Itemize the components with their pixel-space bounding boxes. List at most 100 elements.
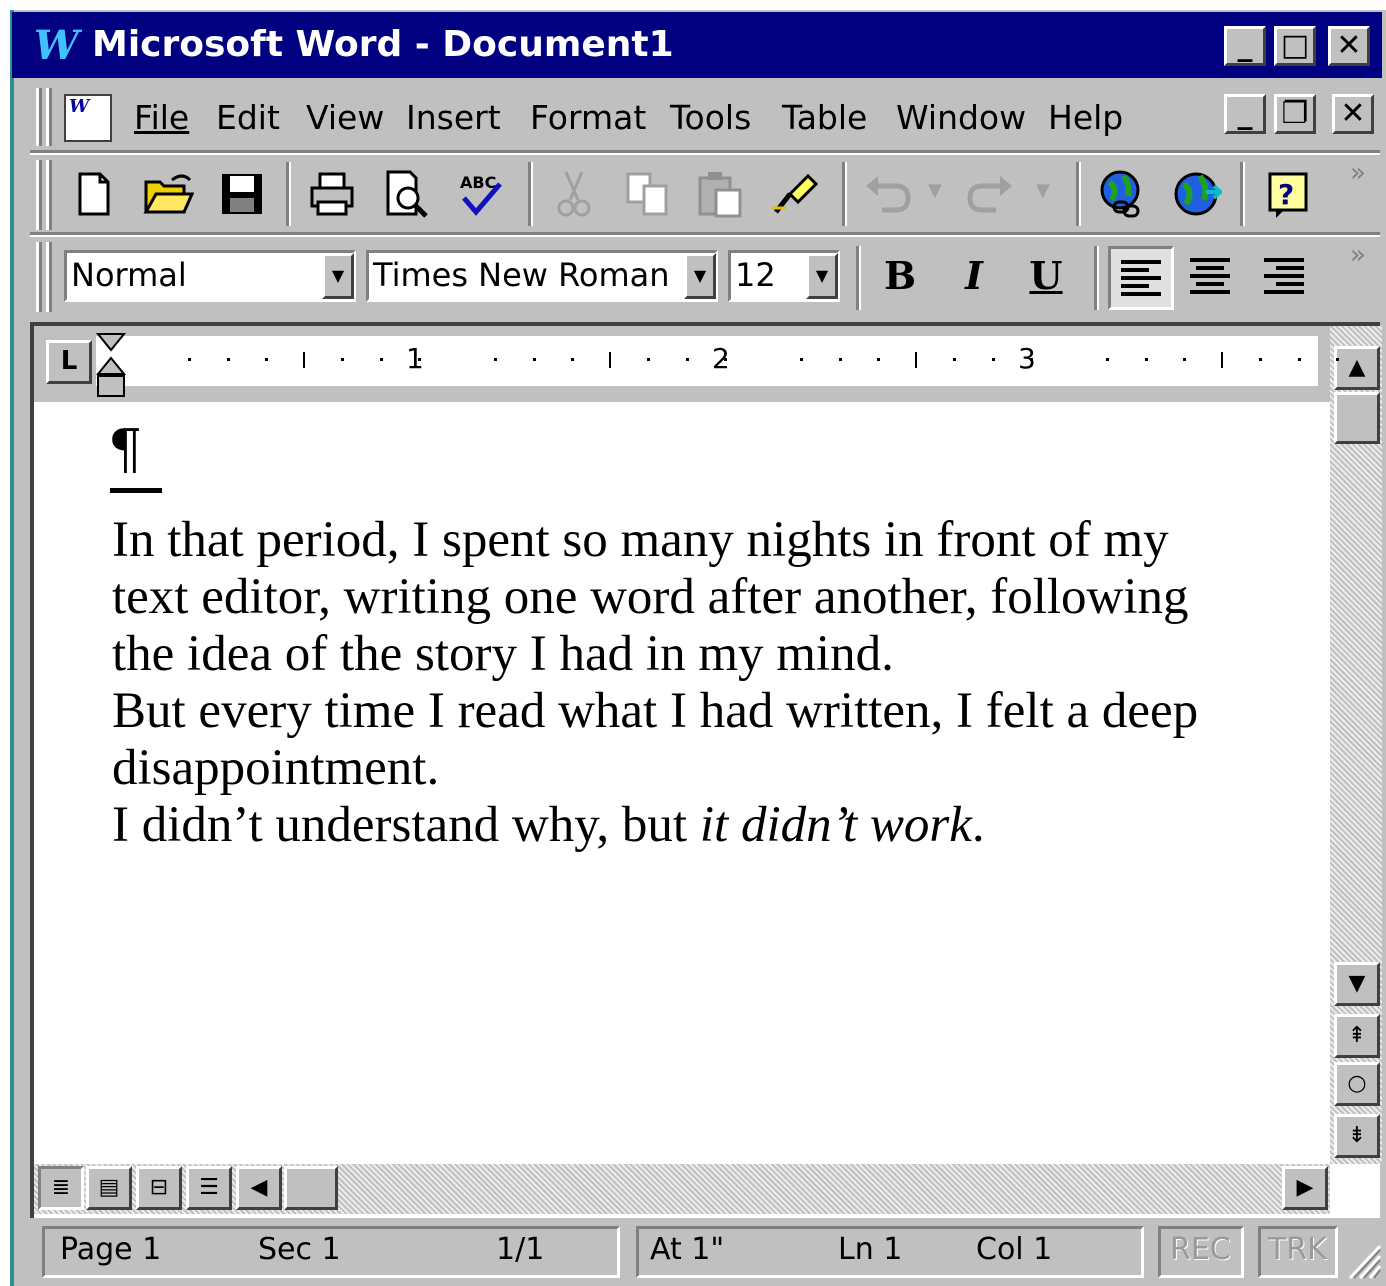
cut-icon[interactable] — [546, 166, 602, 222]
formatting-toolbar-more-icon[interactable]: » — [1350, 240, 1366, 270]
scroll-left-button[interactable]: ◀ — [236, 1166, 282, 1210]
document-text[interactable]: In that period, I spent so many nights i… — [112, 512, 1198, 854]
menu-file[interactable]: File — [134, 98, 189, 137]
bold-button[interactable]: B — [870, 246, 930, 306]
status-page-of: 1/1 — [496, 1232, 545, 1267]
toolbar-separator — [1094, 246, 1099, 310]
copy-icon[interactable] — [620, 166, 676, 222]
redo-dropdown-icon[interactable]: ▼ — [1036, 180, 1050, 201]
style-dropdown-button[interactable]: ▼ — [322, 253, 354, 299]
toolbar-separator — [286, 162, 291, 226]
menu-tools-label: Tools — [670, 98, 752, 137]
print-layout-view-button[interactable]: ⊟ — [136, 1166, 182, 1210]
outline-view-button[interactable]: ☰ — [186, 1166, 232, 1210]
normal-view-button[interactable]: ≣ — [38, 1166, 84, 1210]
status-at: At 1" — [650, 1232, 725, 1267]
menubar-divider — [30, 150, 1380, 155]
menu-help-label: Help — [1048, 98, 1124, 137]
font-combo[interactable]: Times New Roman — [366, 250, 718, 302]
style-combo[interactable]: Normal — [64, 250, 356, 302]
doc-restore-button[interactable]: ❐ — [1274, 94, 1316, 134]
word-app-icon: W — [34, 22, 79, 69]
ruler-dot — [877, 358, 880, 361]
new-document-icon[interactable] — [66, 166, 122, 222]
toolbar-separator — [1076, 162, 1081, 226]
scroll-right-button[interactable]: ▶ — [1282, 1166, 1328, 1210]
menubar-grip-2[interactable] — [46, 88, 52, 146]
font-dropdown-button[interactable]: ▼ — [684, 253, 716, 299]
paste-icon[interactable] — [692, 166, 748, 222]
doc-minimize-button[interactable]: _ — [1224, 94, 1266, 134]
horizontal-scroll-thumb[interactable] — [284, 1166, 338, 1210]
standard-toolbar-more-icon[interactable]: » — [1350, 158, 1366, 188]
toolbar-separator — [1240, 162, 1245, 226]
font-value: Times New Roman — [373, 256, 670, 294]
menu-table[interactable]: Table — [782, 98, 867, 137]
align-right-button[interactable] — [1256, 248, 1312, 304]
align-center-button[interactable] — [1182, 248, 1238, 304]
resize-grip-icon[interactable] — [1344, 1240, 1382, 1280]
document-line-last: I didn’t understand why, but it didn’t w… — [112, 797, 1198, 854]
web-layout-view-button[interactable]: ▤ — [86, 1166, 132, 1210]
menu-format[interactable]: Format — [530, 98, 646, 137]
minimize-button[interactable]: _ — [1224, 26, 1266, 66]
web-toolbar-icon[interactable] — [1168, 166, 1224, 222]
doc-close-button[interactable]: ✕ — [1332, 94, 1374, 134]
help-icon[interactable]: ? — [1260, 166, 1316, 222]
open-folder-icon[interactable] — [140, 166, 196, 222]
menu-help[interactable]: Help — [1048, 98, 1123, 137]
save-icon[interactable] — [214, 166, 270, 222]
select-browse-object-button[interactable]: ○ — [1334, 1062, 1380, 1106]
formatting-toolbar-grip-2[interactable] — [46, 242, 52, 312]
menu-view-label: View — [306, 98, 385, 137]
font-size-dropdown-button[interactable]: ▼ — [806, 253, 838, 299]
align-left-button[interactable] — [1108, 246, 1174, 310]
print-icon[interactable] — [304, 166, 360, 222]
end-of-document-marker — [110, 488, 162, 493]
menu-window[interactable]: Window — [896, 98, 1026, 137]
undo-dropdown-icon[interactable]: ▼ — [928, 180, 942, 201]
align-left-icon — [1121, 260, 1161, 296]
menu-table-label: Table — [782, 98, 868, 137]
maximize-button[interactable]: □ — [1274, 26, 1316, 66]
ruler-dot — [265, 358, 268, 361]
status-page: Page 1 — [60, 1232, 162, 1267]
formatting-toolbar-grip[interactable] — [36, 242, 42, 312]
italic-button[interactable]: I — [944, 246, 1004, 306]
menu-window-label: Window — [896, 98, 1027, 137]
menubar-grip[interactable] — [36, 88, 42, 146]
previous-page-button[interactable]: ⇞ — [1334, 1014, 1380, 1058]
menu-edit[interactable]: Edit — [216, 98, 280, 137]
status-rec: REC — [1170, 1232, 1231, 1267]
print-preview-icon[interactable] — [378, 166, 434, 222]
underline-button[interactable]: U — [1016, 246, 1076, 306]
format-painter-icon[interactable] — [766, 166, 822, 222]
ruler-dot — [227, 358, 230, 361]
standard-toolbar-grip[interactable] — [36, 160, 42, 230]
menu-insert[interactable]: Insert — [406, 98, 501, 137]
ruler-dot — [533, 358, 536, 361]
title-bar[interactable]: W Microsoft Word - Document1 _ □ ✕ — [12, 12, 1382, 78]
document-line: text editor, writing one word after anot… — [112, 569, 1189, 625]
standard-toolbar-grip-2[interactable] — [46, 160, 52, 230]
menu-tools[interactable]: Tools — [670, 98, 751, 137]
tab-selector-button[interactable]: L — [46, 340, 92, 384]
svg-text:ABC: ABC — [460, 173, 496, 192]
indent-markers-icon[interactable] — [96, 332, 128, 400]
next-page-button[interactable]: ⇟ — [1334, 1114, 1380, 1158]
vertical-scroll-thumb[interactable] — [1334, 392, 1380, 444]
close-button[interactable]: ✕ — [1328, 26, 1370, 66]
ruler-dot — [686, 358, 689, 361]
ruler-strip[interactable] — [96, 336, 1318, 386]
undo-icon[interactable] — [860, 166, 916, 222]
document-line: But every time I read what I had written… — [112, 683, 1199, 739]
insert-hyperlink-icon[interactable] — [1094, 166, 1150, 222]
scroll-down-button[interactable]: ▼ — [1334, 962, 1380, 1006]
document-control-icon[interactable]: W — [64, 94, 112, 142]
menu-view[interactable]: View — [306, 98, 384, 137]
redo-icon[interactable] — [962, 166, 1018, 222]
document-line: In that period, I spent so many nights i… — [112, 512, 1169, 568]
last-line-end: . — [971, 797, 985, 853]
scroll-up-button[interactable]: ▲ — [1334, 346, 1380, 390]
spelling-icon[interactable]: ABC — [452, 166, 508, 222]
